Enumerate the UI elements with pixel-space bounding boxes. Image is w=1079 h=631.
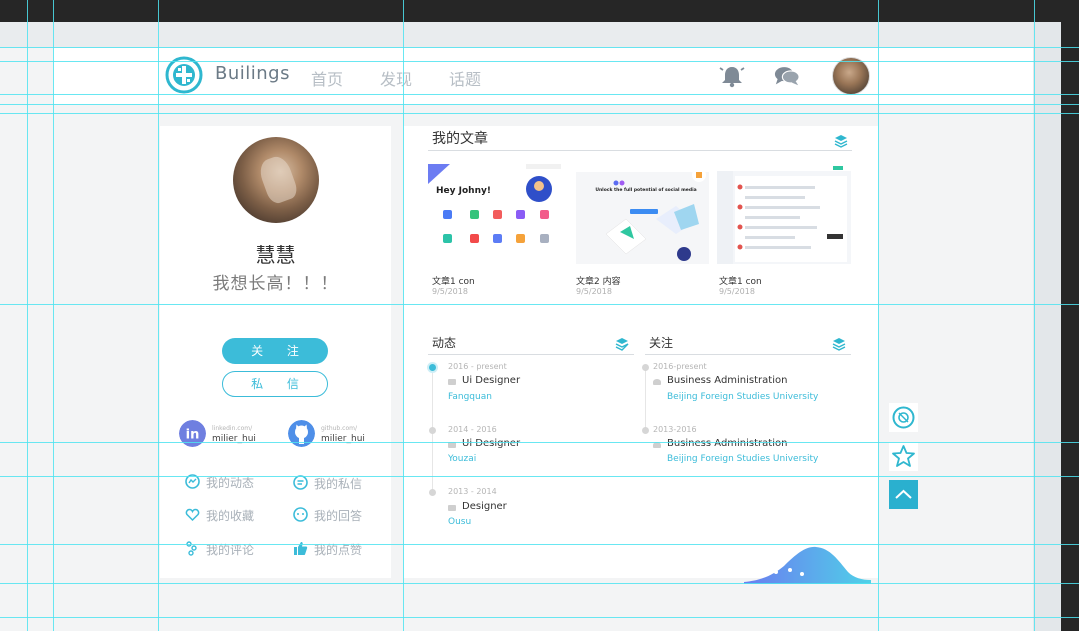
favorite-button[interactable] — [889, 442, 918, 471]
wave-decoration — [744, 546, 871, 584]
article-date: 9/5/2018 — [576, 287, 612, 296]
main-content: 我的文章 Hey Johny! Unlock the full potentia… — [404, 126, 878, 578]
article-thumb-image: Unlock the full potential of social medi… — [576, 164, 709, 264]
articles-divider — [428, 150, 852, 151]
guide-line — [0, 113, 1079, 114]
menu-label: 我的收藏 — [206, 509, 255, 523]
nav-home[interactable]: 首页 — [311, 66, 343, 90]
timeline-org[interactable]: Beijing Foreign Studies University — [667, 454, 818, 464]
menu-label: 我的回答 — [314, 509, 363, 523]
message-icon — [293, 475, 308, 490]
timeline-period: 2013 - 2014 — [448, 487, 497, 496]
timeline-dot — [642, 427, 649, 434]
profile-avatar — [233, 137, 319, 223]
linkedin-site: linkedin.com/ — [212, 425, 253, 432]
briefcase-icon — [448, 379, 456, 385]
timeline-dot — [642, 364, 649, 371]
following-timeline-line — [645, 366, 646, 430]
timeline-org[interactable]: Beijing Foreign Studies University — [667, 392, 818, 402]
article-title[interactable]: 文章1 con — [432, 274, 475, 287]
star-icon — [892, 445, 915, 467]
guide-line — [0, 583, 1079, 584]
answer-icon — [293, 507, 308, 522]
back-to-top-button[interactable] — [889, 480, 918, 509]
following-title: 关注 — [649, 336, 674, 350]
layers-icon[interactable] — [615, 337, 629, 351]
thumb-text: Hey Johny! — [436, 186, 491, 196]
timeline-org[interactable]: Fangquan — [448, 392, 492, 402]
timeline-role: Business Administration — [667, 438, 788, 449]
guide-line — [0, 476, 1079, 477]
briefcase-icon — [448, 505, 456, 511]
follow-button[interactable]: 关 注 — [222, 338, 328, 364]
activity-title: 动态 — [432, 336, 457, 350]
disc-icon — [892, 406, 915, 429]
layers-icon[interactable] — [834, 134, 848, 148]
profile-motto: 我想长高！！！ — [212, 274, 339, 294]
bell-icon[interactable] — [719, 64, 745, 88]
chat-icon[interactable] — [774, 64, 800, 88]
timeline-role: Ui Designer — [462, 375, 521, 386]
guide-line — [0, 304, 1079, 305]
thumb-text: Unlock the full potential of social medi… — [595, 187, 696, 193]
timeline-period: 2016-present — [653, 362, 707, 371]
article-date: 9/5/2018 — [432, 287, 468, 296]
timeline-org[interactable]: Ousu — [448, 517, 471, 527]
layers-icon[interactable] — [832, 337, 846, 351]
nav-discover[interactable]: 发现 — [380, 66, 412, 90]
article-thumb[interactable] — [717, 164, 851, 264]
timeline-dot — [429, 364, 436, 371]
guide-line — [0, 544, 1079, 545]
nav-topics[interactable]: 话题 — [449, 66, 481, 90]
message-button[interactable]: 私 信 — [222, 371, 328, 397]
brand-name[interactable]: Builings — [215, 63, 290, 84]
following-divider — [645, 354, 851, 355]
guide-line — [0, 617, 1079, 618]
timeline-role: Business Administration — [667, 375, 788, 386]
article-title[interactable]: 文章1 con — [719, 274, 762, 287]
guide-line — [0, 104, 1079, 105]
menu-label: 我的私信 — [314, 477, 363, 491]
graduation-icon — [653, 379, 661, 385]
article-thumb[interactable]: Hey Johny! — [428, 164, 561, 264]
articles-title: 我的文章 — [432, 131, 488, 147]
chevron-up-icon — [895, 489, 912, 499]
timeline-role: Ui Designer — [462, 438, 521, 449]
timeline-period: 2016 - present — [448, 362, 507, 371]
user-avatar[interactable] — [832, 57, 870, 95]
record-button[interactable] — [889, 403, 918, 432]
timeline-period: 2013-2016 — [653, 425, 697, 434]
article-date: 9/5/2018 — [719, 287, 755, 296]
timeline-org[interactable]: Youzai — [448, 454, 476, 464]
github-site: github.com/ — [321, 425, 357, 432]
guide-line — [0, 61, 1079, 62]
timeline-period: 2014 - 2016 — [448, 425, 497, 434]
guide-line — [0, 94, 1079, 95]
article-title[interactable]: 文章2 内容 — [576, 274, 621, 287]
timeline-dot — [429, 427, 436, 434]
guide-line — [0, 442, 1079, 443]
article-thumb-image: Hey Johny! — [428, 164, 561, 264]
activity-divider — [428, 354, 634, 355]
svg-text:in: in — [186, 428, 200, 443]
guide-line — [0, 47, 1079, 48]
heart-icon — [185, 508, 200, 522]
profile-name: 慧慧 — [255, 243, 296, 267]
article-thumb-image — [717, 164, 851, 264]
profile-card: 慧慧 我想长高！！！ 关 注 私 信 in linkedin.com/ mili… — [160, 126, 391, 578]
article-thumb[interactable]: Unlock the full potential of social medi… — [576, 164, 709, 264]
timeline-dot — [429, 489, 436, 496]
timeline-role: Designer — [462, 501, 507, 512]
top-header: Builings 首页 发现 话题 — [53, 48, 1033, 104]
